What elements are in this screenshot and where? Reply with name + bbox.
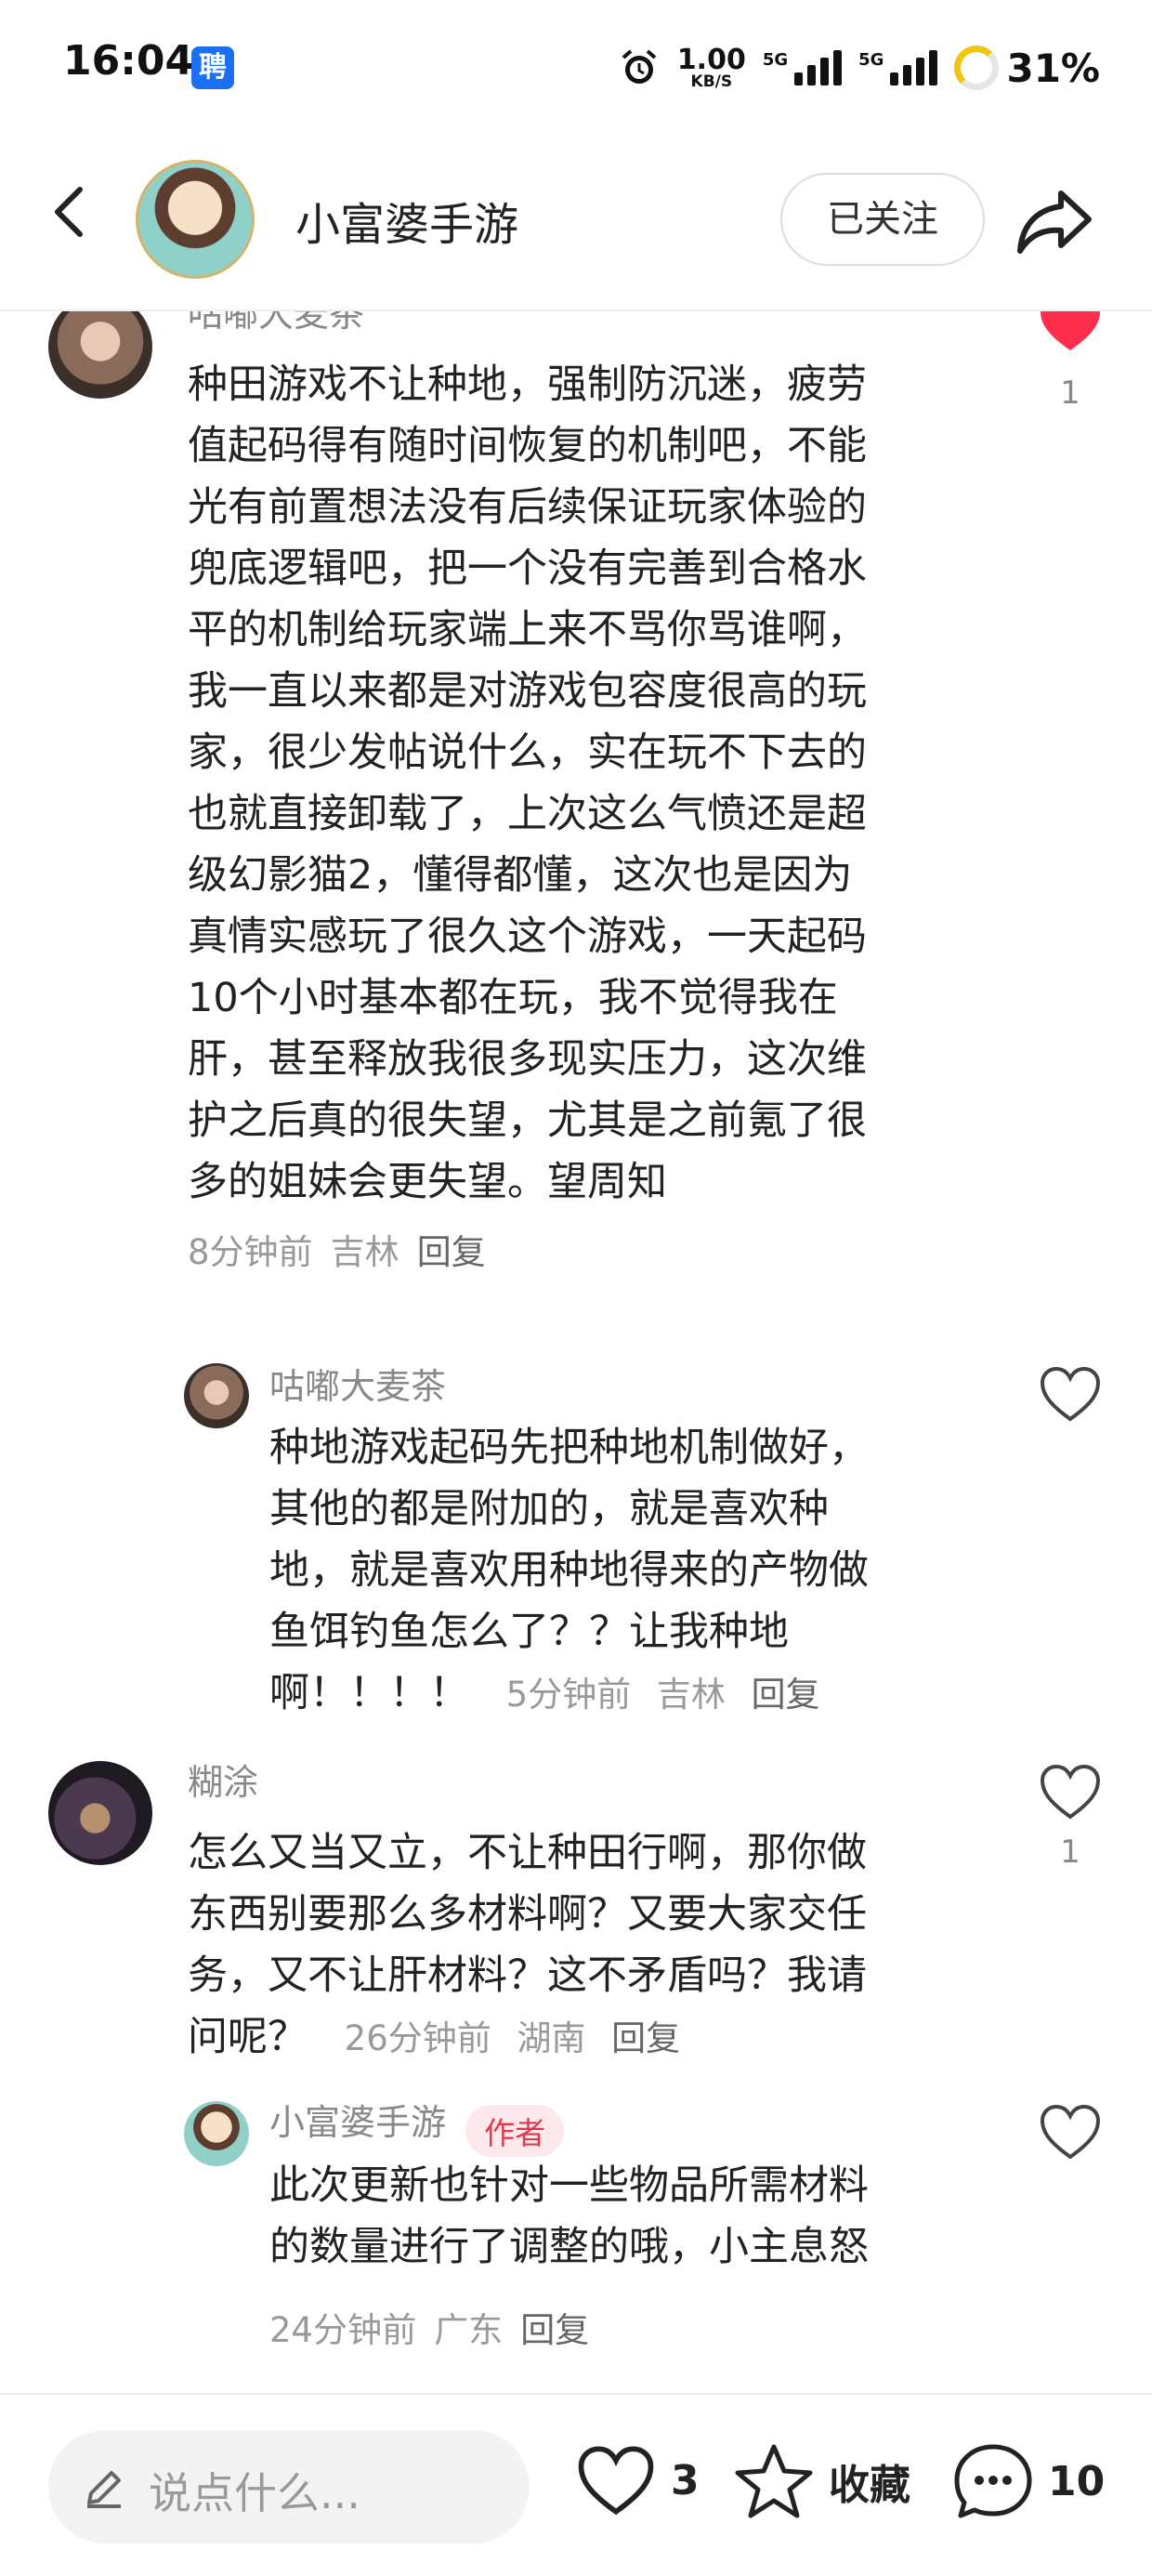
comment-line: 怎么又当又立，不让种田行啊，那你做 <box>188 1830 867 1876</box>
star-outline-icon <box>735 2444 813 2518</box>
comment-line: 东西别要那么多材料啊？又要大家交任 <box>188 1891 867 1938</box>
comment-time: 8分钟前 <box>188 1232 313 1272</box>
heart-outline-icon[interactable] <box>1037 2101 1104 2162</box>
reply-button[interactable]: 回复 <box>752 1675 820 1715</box>
comment-location: 吉林 <box>330 1232 399 1272</box>
status-bar: 16:04 聘 1.00 KB/S 5G 5G 31% <box>0 0 1152 139</box>
comment-bubble-icon <box>954 2444 1032 2518</box>
like-button[interactable]: 3 <box>574 2441 700 2519</box>
status-icons: 1.00 KB/S 5G 5G 31% <box>618 35 1100 100</box>
comment-line: 光有前置想法没有后续保证玩家体验的 <box>188 484 867 531</box>
reply-line: 鱼饵钓鱼怎么了？？让我种地 <box>269 1609 789 1655</box>
net-speed: 1.00 KB/S <box>677 46 746 90</box>
battery-percent: 31% <box>1006 45 1100 91</box>
signal-icon: 5G <box>762 50 843 85</box>
replier-header: 小富婆手游 作者 <box>269 2094 565 2157</box>
alarm-icon <box>622 49 657 84</box>
reply-button[interactable]: 回复 <box>417 1232 486 1272</box>
collect-button[interactable]: 收藏 <box>732 2441 910 2521</box>
comment-meta: 8分钟前 吉林 回复 <box>188 1224 486 1274</box>
reply-button[interactable]: 回复 <box>520 2310 589 2350</box>
reply-location: 广东 <box>434 2310 504 2350</box>
commenter-name[interactable]: 糊涂 <box>188 1754 258 1805</box>
page-header: 小富婆手游 已关注 <box>0 139 1152 311</box>
reply-line: 的数量进行了调整的哦，小主息怒 <box>269 2224 869 2270</box>
comment-line: 护之后真的很失望，尤其是之前氪了很 <box>188 1097 867 1144</box>
reply-line: 其他的都是附加的，就是喜欢种 <box>269 1486 829 1532</box>
comment-time: 26分钟前 <box>344 2018 491 2058</box>
signal-icon-2: 5G <box>858 50 938 85</box>
reply-line: 此次更新也针对一些物品所需材料 <box>269 2162 869 2209</box>
like-count: 1 <box>1060 375 1080 412</box>
like-count: 3 <box>671 2456 700 2504</box>
reply-text: 种地游戏起码先把种地机制做好， 其他的都是附加的，就是喜欢种 地，就是喜欢用种地… <box>269 1417 975 1726</box>
share-icon[interactable] <box>1015 186 1093 256</box>
heart-outline-icon[interactable] <box>1037 1761 1104 1822</box>
commenter-avatar[interactable] <box>48 311 152 399</box>
reply-text: 此次更新也针对一些物品所需材料 的数量进行了调整的哦，小主息怒 <box>269 2155 975 2278</box>
pen-icon <box>87 2471 121 2508</box>
like-count: 1 <box>1060 1833 1080 1871</box>
comment-line: 真情实感玩了很久这个游戏，一天起码 <box>188 913 867 960</box>
comment-line: 种田游戏不让种地，强制防沉迷，疲劳 <box>188 361 867 408</box>
replier-avatar[interactable] <box>184 2101 249 2166</box>
comment-text: 怎么又当又立，不让种田行啊，那你做 东西别要那么多材料啊？又要大家交任 务，又不… <box>188 1822 987 2070</box>
comment-input-placeholder: 说点什么... <box>149 2468 360 2518</box>
page-title[interactable]: 小富婆手游 <box>295 188 518 253</box>
commenter-avatar[interactable] <box>48 1761 152 1865</box>
comment-line: 兜底逻辑吧，把一个没有完善到合格水 <box>188 545 867 592</box>
comment-line: 平的机制给玩家端上来不骂你骂谁啊， <box>188 607 867 653</box>
reply-line: 地，就是喜欢用种地得来的产物做 <box>269 1547 869 1594</box>
reply-last-line: 啊！！！！ 5分钟前 吉林 回复 <box>269 1663 975 1726</box>
comment-line: 值起码得有随时间恢复的机制吧，不能 <box>188 423 867 469</box>
reply-location: 吉林 <box>656 1675 726 1715</box>
comment-location: 湖南 <box>517 2018 586 2058</box>
comment-line: 务，又不让肝材料？这不矛盾吗？我请 <box>188 1952 867 1999</box>
heart-outline-icon[interactable] <box>1037 1363 1104 1425</box>
back-icon[interactable] <box>37 178 104 245</box>
app-notification-icon: 聘 <box>191 46 234 89</box>
sim1-label: 5G <box>762 50 789 70</box>
comment-line: 也就直接卸载了，上次这么气愤还是超 <box>188 791 867 837</box>
heart-filled-icon[interactable] <box>1037 311 1104 354</box>
collect-label: 收藏 <box>829 2462 910 2509</box>
author-badge: 作者 <box>465 2104 565 2157</box>
reply-line: 啊！！！！ <box>269 1670 469 1716</box>
comment-last-line: 问呢？ 26分钟前 湖南 回复 <box>188 2006 987 2070</box>
comment-line: 10个小时基本都在玩，我不觉得我在 <box>188 975 838 1021</box>
battery-icon <box>954 46 1000 90</box>
replier-avatar[interactable] <box>184 1363 249 1428</box>
comment-input[interactable]: 说点什么... <box>48 2430 530 2543</box>
comment-text: 种田游戏不让种地，强制防沉迷，疲劳 值起码得有随时间恢复的机制吧，不能 光有前置… <box>188 354 987 1213</box>
reply-button[interactable]: 回复 <box>611 2018 680 2058</box>
comment-line: 问呢？ <box>188 2014 308 2060</box>
sim2-label: 5G <box>858 50 884 70</box>
reply-meta: 24分钟前 广东 回复 <box>269 2302 589 2352</box>
comment-list: 咕嘟大麦茶 种田游戏不让种地，强制防沉迷，疲劳 值起码得有随时间恢复的机制吧，不… <box>0 311 1152 2393</box>
net-speed-value: 1.00 <box>676 43 746 76</box>
battery-indicator: 31% <box>954 46 1100 91</box>
commenter-name[interactable]: 咕嘟大麦茶 <box>188 311 364 336</box>
reply-line: 种地游戏起码先把种地机制做好， <box>269 1425 869 1471</box>
comment-count: 10 <box>1048 2457 1106 2505</box>
comment-line: 肝，甚至释放我很多现实压力，这次维 <box>188 1036 867 1083</box>
author-avatar[interactable] <box>136 160 255 279</box>
comment-line: 我一直以来都是对游戏包容度很高的玩 <box>188 668 867 715</box>
reply-time: 24分钟前 <box>269 2310 417 2350</box>
comment-button[interactable]: 10 <box>951 2441 1105 2521</box>
comment-line: 级幻影猫2，懂得都懂，这次也是因为 <box>188 852 853 899</box>
comment-line: 家，很少发帖说什么，实在玩不下去的 <box>188 729 867 776</box>
bottom-action-bar: 说点什么... 3 收藏 10 <box>0 2393 1152 2576</box>
reply-time: 5分钟前 <box>505 1675 632 1715</box>
status-time: 16:04 <box>63 37 194 85</box>
replier-name[interactable]: 小富婆手游 <box>269 2102 446 2143</box>
follow-button[interactable]: 已关注 <box>780 173 985 266</box>
net-speed-unit: KB/S <box>690 72 733 91</box>
comment-line: 多的姐妹会更失望。望周知 <box>188 1159 667 1205</box>
replier-name[interactable]: 咕嘟大麦茶 <box>269 1358 446 1409</box>
heart-outline-icon <box>578 2446 654 2516</box>
